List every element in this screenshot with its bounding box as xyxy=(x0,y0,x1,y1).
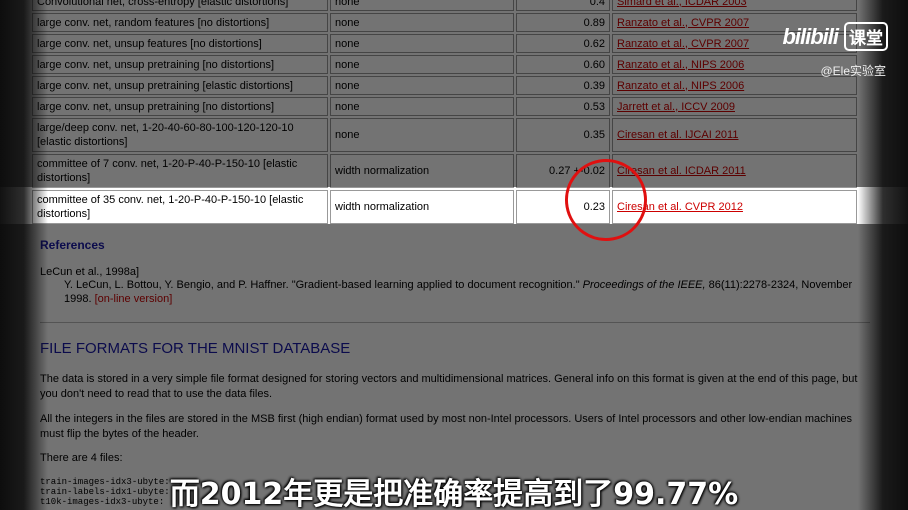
preprocessing-cell: none xyxy=(330,13,514,32)
preprocessing-cell: none xyxy=(330,0,514,11)
classifier-cell: large/deep conv. net, 1-20-40-60-80-100-… xyxy=(32,118,328,152)
channel-handle: @Ele实验室 xyxy=(820,64,886,78)
reference-link[interactable]: Jarrett et al., ICCV 2009 xyxy=(617,101,735,113)
preprocessing-cell: none xyxy=(330,76,514,95)
preprocessing-cell: none xyxy=(330,55,514,74)
table-row: large conv. net, unsup pretraining [no d… xyxy=(32,97,857,116)
classifier-cell: committee of 7 conv. net, 1-20-P-40-P-15… xyxy=(32,154,328,188)
reference-cell: Ciresan et al. CVPR 2012 xyxy=(612,190,857,224)
error-rate-cell: 0.53 xyxy=(516,97,610,116)
bilibili-wordmark: bilibili xyxy=(782,23,839,49)
error-rate-cell: 0.62 xyxy=(516,34,610,53)
table-row: Convolutional net, cross-entropy [elasti… xyxy=(32,0,857,11)
classifier-cell: large conv. net, random features [no dis… xyxy=(32,13,328,32)
classifier-cell: large conv. net, unsup pretraining [no d… xyxy=(32,55,328,74)
error-rate-cell: 0.35 xyxy=(516,118,610,152)
table-row: committee of 7 conv. net, 1-20-P-40-P-15… xyxy=(32,154,857,188)
reference-link[interactable]: Ranzato et al., CVPR 2007 xyxy=(617,17,749,29)
error-rate-cell: 0.4 xyxy=(516,0,610,11)
browser-page: Convolutional net, cross-entropy [elasti… xyxy=(0,0,908,510)
classroom-badge: 课堂 xyxy=(844,22,888,51)
video-subtitle: 而2012年更是把准确率提高到了99.77% xyxy=(169,477,739,510)
reference-citation: Y. LeCun, L. Bottou, Y. Bengio, and P. H… xyxy=(64,279,853,305)
reference-link[interactable]: Ranzato et al., CVPR 2007 xyxy=(617,38,749,50)
reference-link[interactable]: Ranzato et al., NIPS 2006 xyxy=(617,80,744,92)
section-divider xyxy=(40,322,870,323)
references-section: References LeCun et al., 1998a] Y. LeCun… xyxy=(40,238,870,306)
error-rate-cell: 0.39 xyxy=(516,76,610,95)
error-rate-cell: 0.89 xyxy=(516,13,610,32)
file-formats-title: FILE FORMATS FOR THE MNIST DATABASE xyxy=(40,340,351,357)
preprocessing-cell: none xyxy=(330,34,514,53)
file-formats-para-3: There are 4 files: xyxy=(40,452,123,464)
bilibili-logo: bilibili 课堂 xyxy=(782,22,888,51)
reference-cell: Jarrett et al., ICCV 2009 xyxy=(612,97,857,116)
reference-cell: Ciresan et al. IJCAI 2011 xyxy=(612,118,857,152)
reference-link[interactable]: Ranzato et al., NIPS 2006 xyxy=(617,59,744,71)
online-version-link[interactable]: [on-line version] xyxy=(95,293,173,305)
table-row: large/deep conv. net, 1-20-40-60-80-100-… xyxy=(32,118,857,152)
reference-link[interactable]: Ciresan et al. IJCAI 2011 xyxy=(617,129,738,141)
reference-key: LeCun et al., 1998a] xyxy=(40,266,140,278)
preprocessing-cell: width normalization xyxy=(330,190,514,224)
results-table: Convolutional net, cross-entropy [elasti… xyxy=(30,0,859,226)
table-row: large conv. net, unsup features [no dist… xyxy=(32,34,857,53)
classifier-cell: Convolutional net, cross-entropy [elasti… xyxy=(32,0,328,11)
file-formats-para-2: All the integers in the files are stored… xyxy=(40,413,852,440)
table-row: large conv. net, random features [no dis… xyxy=(32,13,857,32)
reference-link[interactable]: Simard et al., ICDAR 2003 xyxy=(617,0,747,8)
file-formats-para-1: The data is stored in a very simple file… xyxy=(40,373,858,400)
table-row: large conv. net, unsup pretraining [elas… xyxy=(32,76,857,95)
preprocessing-cell: none xyxy=(330,118,514,152)
reference-cell: Simard et al., ICDAR 2003 xyxy=(612,0,857,11)
classifier-cell: large conv. net, unsup features [no dist… xyxy=(32,34,328,53)
error-rate-cell: 0.60 xyxy=(516,55,610,74)
classifier-cell: committee of 35 conv. net, 1-20-P-40-P-1… xyxy=(32,190,328,224)
preprocessing-cell: none xyxy=(330,97,514,116)
reference-cell: Ciresan et al. ICDAR 2011 xyxy=(612,154,857,188)
classifier-cell: large conv. net, unsup pretraining [elas… xyxy=(32,76,328,95)
preprocessing-cell: width normalization xyxy=(330,154,514,188)
table-row: committee of 35 conv. net, 1-20-P-40-P-1… xyxy=(32,190,857,224)
references-heading: References xyxy=(40,238,105,252)
classifier-cell: large conv. net, unsup pretraining [no d… xyxy=(32,97,328,116)
table-row: large conv. net, unsup pretraining [no d… xyxy=(32,55,857,74)
